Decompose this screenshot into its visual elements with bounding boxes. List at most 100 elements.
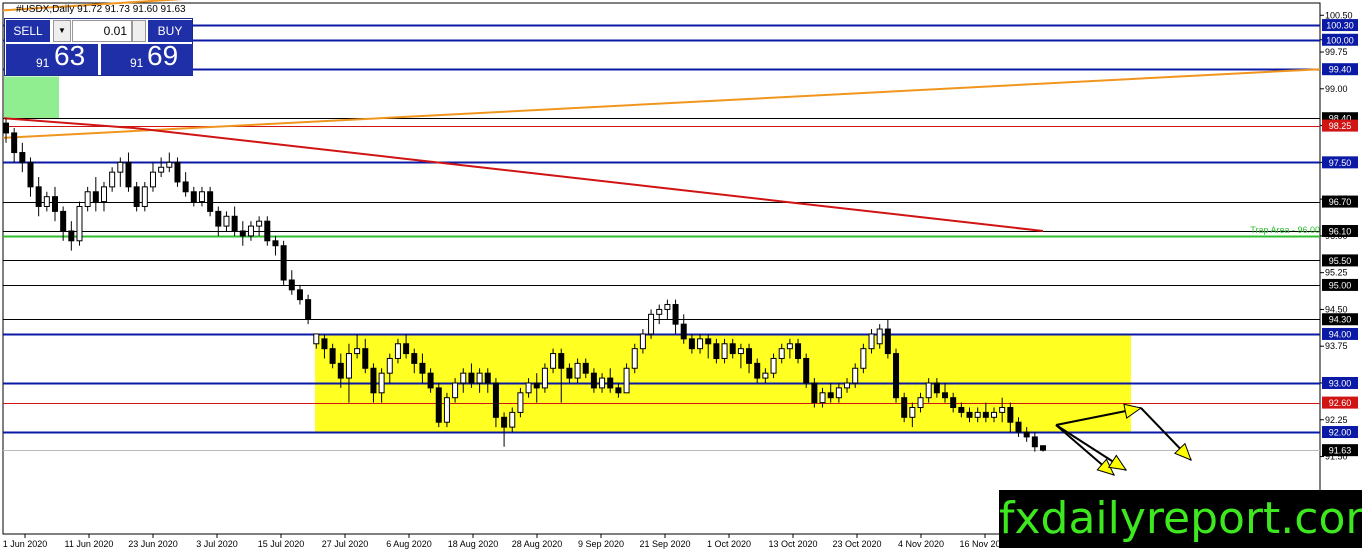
candle-body [844,382,851,389]
candle-body [27,161,34,188]
candle-body [1007,407,1014,423]
candle-body [198,191,205,203]
candle-body [876,328,883,345]
candle-body [158,166,165,173]
candle-body [1040,445,1046,451]
candle-body [51,196,58,212]
level-label: 100.00 [1326,35,1354,45]
level-label: 92.00 [1329,428,1352,438]
candle-body [631,348,638,369]
candle-body [917,397,924,409]
y-tick-label: 95.25 [1325,268,1348,278]
candle-body [925,382,932,399]
candle-body [443,397,450,423]
level-label: 93.00 [1329,378,1352,388]
candle-body [345,353,352,379]
lot-size-input[interactable]: 0.01 [72,20,132,42]
level-label: 96.70 [1329,197,1352,207]
candle-body [664,304,671,310]
level-label: 94.00 [1329,329,1352,339]
candle-body [125,161,132,188]
x-tick-label: 4 Nov 2020 [898,539,944,549]
candle-body [599,377,606,389]
candle-body [697,338,704,350]
candle-body [100,186,107,203]
candle-body [811,382,818,404]
candle-body [337,362,344,379]
candle-body [688,338,695,350]
candle-body [884,328,891,355]
y-tick-label: 99.00 [1325,84,1348,94]
level-label: 100.30 [1326,21,1354,31]
candle-body [247,225,254,237]
candle-body [737,348,744,355]
candle-body [868,333,875,350]
candle-body [403,343,410,355]
sell-button[interactable]: SELL [6,20,50,42]
candle-body [966,411,973,418]
candle-body [933,382,940,394]
candle-body [1031,436,1038,448]
price-chart[interactable]: Trap Area - 96.00 100.50 100.00 99.75 99.00 9… [0,0,1362,554]
x-tick-label: 23 Jun 2020 [128,539,178,549]
candle-body [239,230,246,237]
candle-body [149,171,156,188]
highlight-box [4,76,59,119]
x-tick-label: 9 Sep 2020 [578,539,624,549]
candle-body [705,338,712,345]
candle-body [313,333,320,345]
candle-body [746,348,753,364]
x-tick-label: 23 Oct 2020 [832,539,881,549]
candle-body [370,367,377,394]
sell-price-prefix: 91 [36,56,50,70]
candle-body [615,387,622,394]
level-label: 95.00 [1329,280,1352,290]
candle-body [362,348,369,369]
candle-body [484,372,491,384]
candle-body [394,343,401,359]
x-tick-label: 27 Jul 2020 [322,539,369,549]
y-tick-label: 92.25 [1325,415,1348,425]
one-click-trade-panel: SELL ▼ 0.01 BUY 91 63 91 69 [4,18,193,76]
candle-body [256,220,263,227]
candle-body [729,343,736,355]
candle-body [533,382,540,389]
candle-body [991,411,998,418]
candle-body [272,240,279,247]
x-tick-label: 6 Aug 2020 [386,539,432,549]
candle-body [288,279,295,291]
candle-body [541,367,548,389]
candle-body [942,392,949,399]
candle-body [754,362,761,379]
candle-body [590,372,597,389]
candle-body [558,353,565,369]
candle-body [656,308,663,315]
candle-body [435,387,442,423]
candle-body [207,191,214,212]
candle-body [721,343,728,359]
candle-body [574,362,581,379]
sell-price[interactable]: 91 63 [6,40,98,75]
candle-body [182,181,189,193]
x-tick-label: 13 Oct 2020 [768,539,817,549]
candle-body [509,411,516,428]
x-tick-label: 28 Aug 2020 [512,539,563,549]
lot-dropdown-icon[interactable]: ▼ [53,20,71,42]
candle-body [419,362,426,374]
candle-body [786,343,793,350]
candle-body [982,411,989,418]
level-label: 98.25 [1329,121,1352,131]
candle-body [11,132,18,154]
x-tick-label: 1 Oct 2020 [707,539,751,549]
candle-body [231,215,238,232]
candle-body [141,186,148,207]
candle-body [60,210,67,232]
x-tick-label: 21 Sep 2020 [639,539,690,549]
buy-price[interactable]: 91 69 [101,40,193,75]
candle-body [166,161,173,168]
candle-body [84,191,91,207]
candle-body [901,397,908,418]
lot-spinner-icon[interactable] [132,20,146,42]
buy-button[interactable]: BUY [148,20,192,42]
buy-price-prefix: 91 [130,56,144,70]
